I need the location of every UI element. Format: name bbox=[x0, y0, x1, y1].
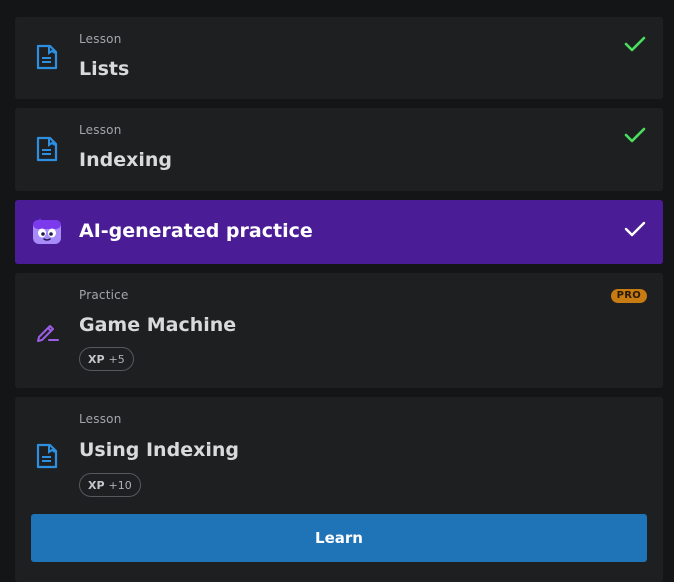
lesson-card-using-indexing[interactable]: Lesson Using Indexing XP +10 Learn bbox=[15, 397, 663, 582]
check-icon bbox=[624, 220, 646, 242]
xp-value: +5 bbox=[108, 352, 125, 366]
xp-value: +10 bbox=[108, 478, 132, 492]
ai-bot-icon bbox=[31, 216, 63, 252]
check-icon bbox=[624, 126, 646, 148]
item-type-label: Lesson bbox=[79, 412, 122, 426]
item-title: Using Indexing bbox=[79, 439, 239, 461]
item-type-label: Lesson bbox=[79, 123, 122, 137]
item-type-label: Practice bbox=[79, 288, 129, 302]
xp-label: XP bbox=[88, 352, 105, 366]
ai-practice-card[interactable]: AI-generated practice bbox=[15, 200, 663, 264]
xp-label: XP bbox=[88, 478, 105, 492]
learn-button[interactable]: Learn bbox=[31, 514, 647, 562]
lesson-doc-icon bbox=[35, 43, 59, 75]
check-icon bbox=[624, 35, 646, 57]
lesson-doc-icon bbox=[35, 442, 59, 474]
item-title: AI-generated practice bbox=[79, 220, 313, 242]
lesson-card-lists[interactable]: Lesson Lists bbox=[15, 17, 663, 99]
lesson-card-indexing[interactable]: Lesson Indexing bbox=[15, 108, 663, 191]
xp-badge: XP +5 bbox=[79, 347, 134, 371]
practice-card-game-machine[interactable]: Practice Game Machine PRO XP +5 bbox=[15, 273, 663, 388]
item-title: Game Machine bbox=[79, 314, 237, 336]
pro-badge: PRO bbox=[610, 289, 647, 303]
lesson-doc-icon bbox=[35, 135, 59, 167]
practice-pencil-icon bbox=[35, 318, 61, 348]
item-type-label: Lesson bbox=[79, 32, 122, 46]
xp-badge: XP +10 bbox=[79, 473, 141, 497]
item-title: Indexing bbox=[79, 149, 172, 171]
item-title: Lists bbox=[79, 58, 130, 80]
